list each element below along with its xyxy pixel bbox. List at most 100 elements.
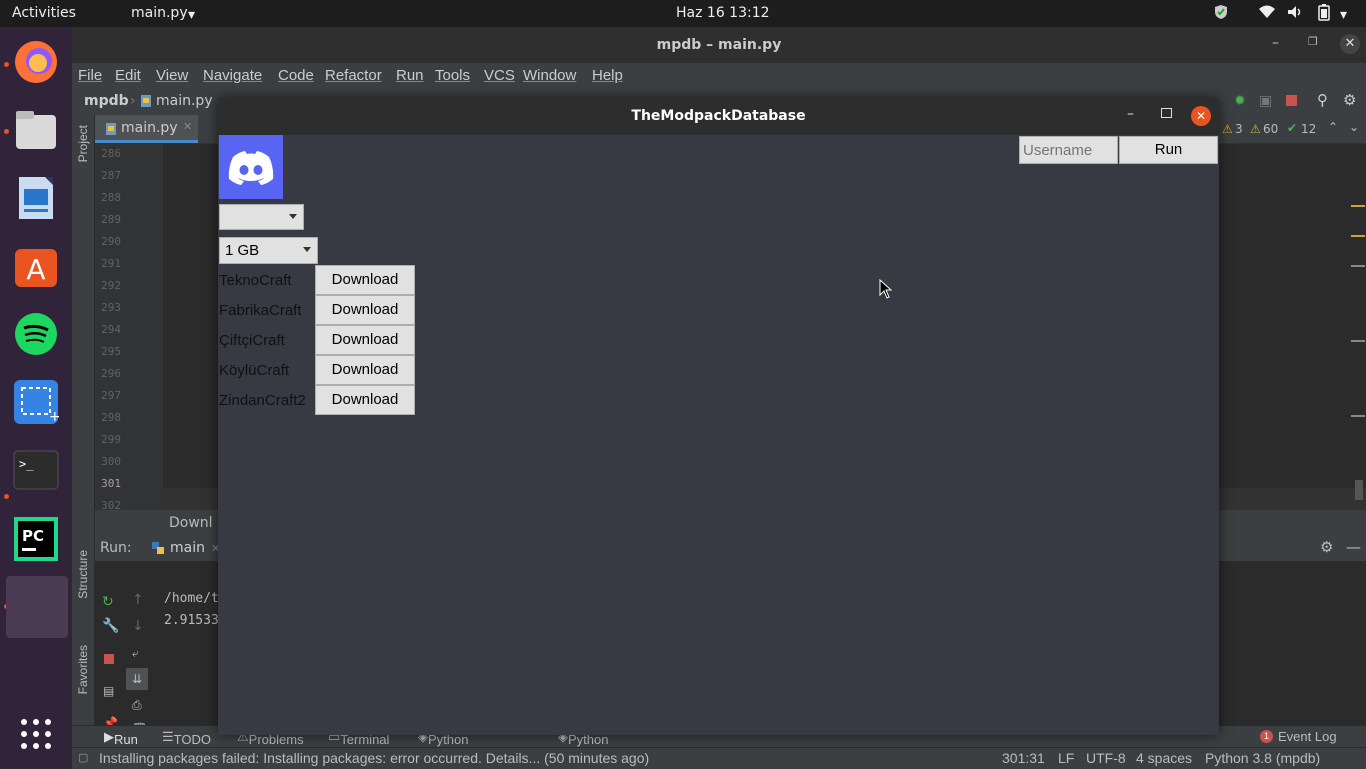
download-button-fabrikacraft[interactable]: Download: [315, 295, 415, 325]
event-log-tab[interactable]: Event Log: [1278, 729, 1337, 744]
settings-icon[interactable]: ⚙: [1320, 538, 1333, 556]
line-number: 296: [101, 367, 121, 380]
project-tool-tab[interactable]: Project: [76, 125, 90, 162]
breadcrumb-project[interactable]: mpdb: [84, 93, 129, 109]
search-icon[interactable]: ⚲: [1317, 91, 1328, 109]
minimize-icon[interactable]: –: [1127, 106, 1134, 122]
menu-vcs[interactable]: VCS: [484, 67, 515, 84]
files-icon[interactable]: [12, 106, 60, 154]
download-button-zindancraft2[interactable]: Download: [315, 385, 415, 415]
menu-edit[interactable]: Edit: [115, 67, 141, 84]
chevron-down-icon[interactable]: ▾: [188, 7, 195, 23]
first-combobox[interactable]: [219, 204, 304, 230]
coverage-icon[interactable]: ▣: [1259, 93, 1272, 109]
typo-count[interactable]: 12: [1301, 122, 1316, 136]
file-encoding[interactable]: UTF-8: [1086, 750, 1126, 766]
menu-tools[interactable]: Tools: [435, 67, 470, 84]
debug-icon[interactable]: ✹: [1234, 93, 1246, 109]
scroll-to-end-icon[interactable]: ⇊: [126, 668, 148, 690]
toggle-panels-icon[interactable]: ▢: [78, 751, 88, 764]
weak-warning-icon[interactable]: ⚠: [1250, 122, 1261, 136]
clock[interactable]: Haz 16 13:12: [676, 5, 770, 21]
app-menu[interactable]: main.py: [131, 5, 188, 21]
grid-icon[interactable]: [12, 710, 60, 758]
scroll-marker: [1351, 415, 1365, 417]
line-number: 286: [101, 147, 121, 160]
layout-icon[interactable]: ▤: [103, 684, 114, 698]
arrow-down-icon[interactable]: ↓: [132, 618, 144, 634]
indent-setting[interactable]: 4 spaces: [1136, 750, 1192, 766]
tab-main-py[interactable]: main.py ✕: [95, 115, 198, 143]
tool-tab-run[interactable]: ▶ Run: [104, 729, 138, 747]
typo-check-icon[interactable]: ✔: [1287, 121, 1297, 135]
line-number: 301: [101, 477, 121, 490]
structure-tool-tab[interactable]: Structure: [76, 550, 90, 599]
menu-window[interactable]: Window: [523, 67, 576, 84]
close-icon[interactable]: ✕: [1340, 34, 1360, 54]
modpack-label: KöylüCraft: [219, 362, 290, 379]
weak-warning-count[interactable]: 60: [1263, 122, 1278, 136]
soft-wrap-icon[interactable]: ⤶: [132, 646, 139, 661]
download-button-teknocraft[interactable]: Download: [315, 265, 415, 295]
battery-icon[interactable]: [1318, 4, 1330, 25]
line-number: 290: [101, 235, 121, 248]
warning-icon[interactable]: ⚠: [1222, 122, 1233, 136]
ram-combobox[interactable]: 1 GB: [219, 237, 318, 264]
window-title: mpdb – main.py: [72, 27, 1366, 63]
python-interpreter[interactable]: Python 3.8 (mpdb): [1205, 750, 1320, 766]
caret-position[interactable]: 301:31: [1002, 750, 1045, 766]
spotify-icon[interactable]: [12, 310, 60, 358]
run-config-tab[interactable]: main: [170, 540, 205, 556]
menu-run[interactable]: Run: [396, 67, 424, 84]
activities-button[interactable]: Activities: [12, 5, 76, 21]
blank-app-icon[interactable]: [6, 576, 68, 638]
breadcrumb-file[interactable]: main.py: [156, 93, 213, 109]
system-menu-icon[interactable]: ▾: [1340, 7, 1347, 23]
tool-tab-todo[interactable]: ☰ TODO: [162, 729, 211, 747]
run-button[interactable]: Run: [1119, 136, 1218, 164]
username-input[interactable]: [1019, 136, 1118, 164]
dock: A + >_ PC: [0, 27, 72, 768]
firefox-icon[interactable]: [12, 38, 60, 86]
software-icon[interactable]: A: [12, 242, 60, 290]
download-button-ciftcicraft[interactable]: Download: [315, 325, 415, 355]
stop-icon[interactable]: [104, 654, 114, 664]
download-button-koylucraft[interactable]: Download: [315, 355, 415, 385]
discord-logo: [219, 135, 283, 199]
close-tab-icon[interactable]: ✕: [183, 120, 192, 133]
menu-view[interactable]: View: [156, 67, 188, 84]
restore-icon[interactable]: ❐: [1308, 35, 1318, 48]
terminal-icon[interactable]: >_: [12, 446, 60, 494]
close-icon[interactable]: ✕: [1191, 106, 1211, 126]
rerun-icon[interactable]: ↻: [102, 594, 114, 610]
screenshot-icon[interactable]: +: [12, 378, 60, 426]
line-separator[interactable]: LF: [1058, 750, 1074, 766]
shield-icon[interactable]: [1214, 4, 1228, 24]
dropdown-arrow-icon: [303, 247, 311, 252]
print-icon[interactable]: ⎙: [132, 698, 142, 713]
arrow-up-icon[interactable]: ↑: [132, 592, 144, 608]
chevron-up-icon[interactable]: ⌃: [1328, 120, 1338, 134]
pycharm-icon[interactable]: PC: [12, 515, 60, 563]
settings-icon[interactable]: ⚙: [1343, 91, 1356, 109]
maximize-icon[interactable]: [1161, 108, 1172, 118]
menu-code[interactable]: Code: [278, 67, 314, 84]
wifi-icon[interactable]: [1258, 5, 1276, 23]
menu-navigate[interactable]: Navigate: [203, 67, 262, 84]
volume-icon[interactable]: [1287, 5, 1303, 23]
status-message[interactable]: Installing packages failed: Installing p…: [99, 750, 649, 766]
event-log-badge[interactable]: 1: [1260, 730, 1273, 743]
writer-icon[interactable]: [12, 174, 60, 222]
warning-count[interactable]: 3: [1235, 122, 1243, 136]
chevron-down-icon[interactable]: ⌄: [1349, 120, 1359, 134]
wrench-icon[interactable]: 🔧: [102, 618, 119, 634]
console-line: 2.91533: [164, 613, 219, 628]
stop-icon[interactable]: [1286, 95, 1297, 106]
menu-refactor[interactable]: Refactor: [325, 67, 382, 84]
editor-scrollbar[interactable]: [1355, 480, 1363, 500]
favorites-tool-tab[interactable]: Favorites: [76, 645, 90, 694]
minimize-icon[interactable]: –: [1272, 35, 1279, 51]
menu-file[interactable]: File: [78, 67, 102, 84]
menu-help[interactable]: Help: [592, 67, 623, 84]
hide-icon[interactable]: —: [1346, 538, 1361, 556]
